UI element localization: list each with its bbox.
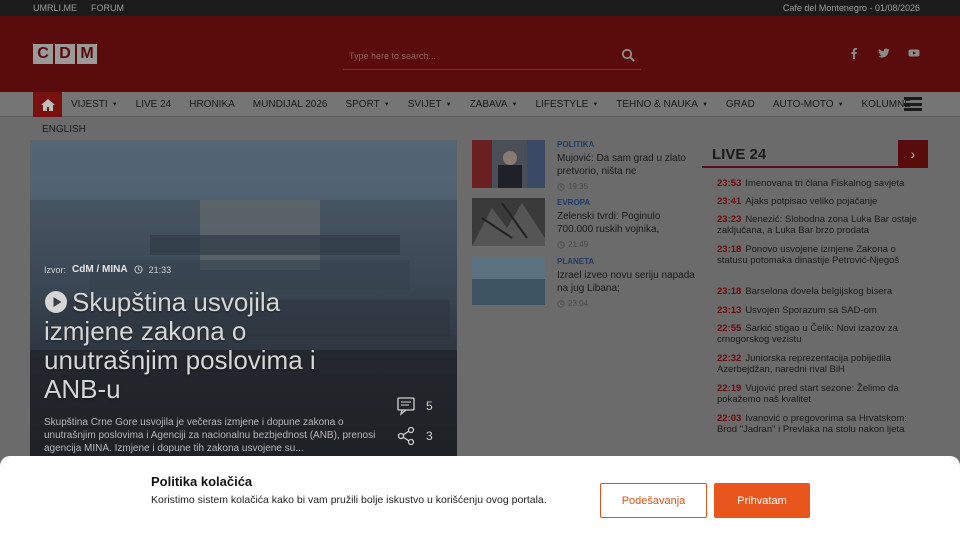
hero-article[interactable]: Izvor: CdM / MINA 21:33 Skupština usvoji… [30, 140, 457, 456]
nav-item-mundijal[interactable]: MUNDIJAL 2026 [244, 99, 337, 110]
article-category[interactable]: EVROPA [557, 198, 590, 207]
live-item[interactable]: 23:18 Ponovo usvojene izmjene Zakona o st… [717, 244, 922, 266]
caret-down-icon: ▼ [445, 102, 452, 108]
cookie-banner: Politika kolačića Koristimo sistem kolač… [0, 456, 960, 540]
top-bar: UMRLI.ME FORUM Cafe del Montenegro - 01/… [0, 0, 960, 16]
live24-title[interactable]: LIVE 24 [712, 146, 766, 163]
social-links [848, 46, 920, 59]
side-article[interactable]: PLANETA Izrael izveo novu seriju napada … [472, 257, 697, 312]
nav-item-sport[interactable]: SPORT ▼ [336, 99, 398, 110]
article-category[interactable]: PLANETA [557, 257, 594, 266]
caret-down-icon: ▼ [383, 102, 390, 108]
sub-nav: ENGLISH [0, 118, 960, 140]
hero-title[interactable]: Skupština usvojila izmjene zakona o unut… [44, 288, 374, 404]
source-label: Izvor: [44, 264, 67, 275]
live24-header: LIVE 24 › [702, 140, 928, 168]
caret-down-icon: ▼ [701, 102, 708, 108]
article-thumbnail [472, 140, 545, 188]
facebook-icon[interactable] [848, 46, 860, 59]
article-title[interactable]: Zelenski tvrdi: Poginulo 700.000 ruskih … [557, 210, 697, 236]
nav-item-svijet[interactable]: SVIJET ▼ [399, 99, 461, 110]
clock-icon [557, 299, 565, 308]
site-logo[interactable]: C D M [33, 44, 97, 64]
search-icon[interactable] [621, 48, 635, 62]
nav-item-tehno[interactable]: TEHNO & NAUKA ▼ [607, 99, 717, 110]
comments-count[interactable]: 5 [396, 396, 433, 416]
clock-icon [134, 265, 143, 274]
cookie-text: Koristimo sistem kolačića kako bi vam pr… [151, 494, 547, 506]
nav-item-vijesti[interactable]: VIJESTI ▼ [62, 99, 127, 110]
site-header: C D M [0, 16, 960, 92]
logo-letter-c: C [33, 44, 53, 64]
shares-count[interactable]: 3 [396, 426, 433, 446]
article-time: 23:04 [557, 299, 588, 308]
clock-icon [557, 240, 565, 249]
hero-source: CdM / MINA [72, 264, 128, 275]
nav-item-hronika[interactable]: HRONIKA [180, 99, 244, 110]
top-date[interactable]: Cafe del Montenegro - 01/08/2026 [783, 3, 920, 13]
caret-down-icon: ▼ [111, 102, 118, 108]
nav-item-zabava[interactable]: ZABAVA ▼ [461, 99, 527, 110]
logo-letter-m: M [77, 44, 97, 64]
share-icon [397, 426, 415, 446]
main-nav: VIJESTI ▼ LIVE 24 HRONIKA MUNDIJAL 2026 S… [0, 92, 960, 117]
chevron-right-icon[interactable]: › [898, 140, 928, 168]
live-item[interactable]: 22:55 Sarkić stigao u Čelik: Novi izazov … [717, 323, 922, 345]
live-item[interactable]: 22:19 Vujović pred start sezone: Želimo d… [717, 383, 922, 405]
live-item[interactable]: 23:41 Ajaks potpisao veliko pojačanje [717, 196, 922, 207]
live-item[interactable]: 23:13 Usvojen Sporazum sa SAD-om [717, 305, 922, 316]
article-thumbnail [472, 198, 545, 246]
youtube-icon[interactable] [908, 46, 920, 58]
cookie-title: Politika kolačića [151, 474, 253, 489]
article-title[interactable]: Mujović: Da sam grad u zlato pretvorio, … [557, 152, 697, 178]
caret-down-icon: ▼ [837, 102, 844, 108]
article-title[interactable]: Izrael izveo novu seriju napada na jug L… [557, 269, 697, 295]
live-item[interactable]: 22:32 Juniorska reprezentacija pobijedila… [717, 353, 922, 375]
caret-down-icon: ▼ [511, 102, 518, 108]
nav-item-grad[interactable]: GRAD [717, 99, 764, 110]
search-input[interactable] [343, 44, 603, 68]
hero-time: 21:33 [148, 264, 172, 275]
comment-icon [397, 397, 415, 416]
article-thumbnail [472, 257, 545, 305]
hero-meta: Izvor: CdM / MINA 21:33 [44, 264, 171, 275]
cookie-accept-button[interactable]: Prihvatam [714, 483, 810, 518]
home-button[interactable] [33, 92, 62, 117]
play-video-icon[interactable] [44, 290, 68, 314]
clock-icon [557, 182, 565, 191]
live24-panel: LIVE 24 › 23:53 Imenovana tri člana Fiska… [702, 140, 928, 456]
caret-down-icon: ▼ [592, 102, 599, 108]
article-time: 21:49 [557, 240, 588, 249]
nav-item-auto-moto[interactable]: AUTO-MOTO ▼ [764, 99, 853, 110]
cookie-settings-button[interactable]: Podešavanja [600, 483, 707, 518]
search-box [343, 44, 641, 70]
nav-item-lifestyle[interactable]: LIFESTYLE ▼ [527, 99, 608, 110]
nav-item-live24[interactable]: LIVE 24 [127, 99, 181, 110]
top-link-forum[interactable]: FORUM [91, 3, 124, 13]
live-item[interactable]: 23:53 Imenovana tri člana Fiskalnog savje… [717, 178, 922, 189]
side-article[interactable]: POLITIKA Mujović: Da sam grad u zlato pr… [472, 140, 697, 195]
hero-excerpt: Skupština Crne Gore usvojila je večeras … [44, 417, 376, 454]
logo-letter-d: D [55, 44, 75, 64]
hamburger-menu-icon[interactable] [904, 97, 922, 111]
live-item[interactable]: 23:18 Barselona dovela belgijskog bisera [717, 286, 922, 297]
side-article[interactable]: EVROPA Zelenski tvrdi: Poginulo 700.000 … [472, 198, 697, 253]
nav-menu: VIJESTI ▼ LIVE 24 HRONIKA MUNDIJAL 2026 S… [62, 92, 920, 117]
live-item[interactable]: 22:03 Ivanović o pregovorima sa Hrvatskom… [717, 413, 922, 435]
twitter-icon[interactable] [878, 46, 890, 58]
top-link-umrli[interactable]: UMRLI.ME [33, 3, 77, 13]
top-links: UMRLI.ME FORUM [33, 3, 124, 13]
nav-item-english[interactable]: ENGLISH [42, 124, 86, 135]
article-time: 19:35 [557, 182, 588, 191]
home-icon [40, 98, 55, 111]
article-category[interactable]: POLITIKA [557, 140, 594, 149]
live-item[interactable]: 23:23 Nenezić: Slobodna zona Luka Bar ost… [717, 214, 922, 236]
